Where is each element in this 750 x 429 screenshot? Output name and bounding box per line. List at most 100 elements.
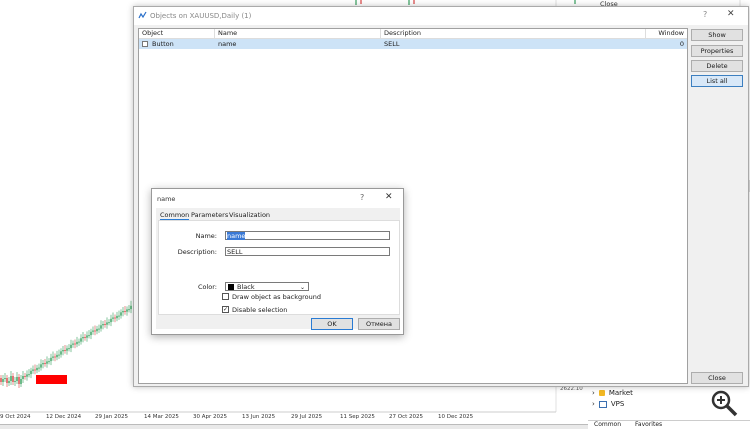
time-axis-label: 13 Jun 2025 [242, 414, 276, 420]
candle-body [6, 378, 8, 383]
candle-body [66, 348, 68, 351]
tab-visualization[interactable]: Visualization [229, 211, 270, 219]
navigator-item-label: Market [608, 389, 633, 397]
chevron-right-icon: › [592, 400, 595, 408]
candle-body [106, 322, 108, 325]
color-label: Color: [197, 283, 217, 291]
candle-body [74, 343, 76, 345]
table-row[interactable]: Button name SELL 0 [139, 39, 687, 49]
check-icon: ✓ [223, 306, 229, 313]
candle-body [72, 343, 74, 345]
candle-body [90, 331, 92, 336]
disable-selection-checkbox[interactable]: ✓ [222, 306, 229, 313]
help-icon[interactable]: ? [360, 193, 364, 202]
candle-body [26, 374, 28, 377]
time-axis-label: 14 Mar 2025 [144, 414, 179, 420]
window-titlebar: Objects on XAUUSD,Daily (1) ? ✕ [134, 7, 748, 25]
name-field-value: name [227, 232, 246, 240]
candle-body [114, 317, 116, 319]
candle-body [56, 354, 58, 358]
candle-body [46, 361, 48, 364]
navigator-item-market[interactable]: › Market [592, 389, 633, 397]
candle-body [120, 312, 122, 316]
candle-body [2, 379, 4, 382]
delete-button[interactable]: Delete [691, 60, 743, 72]
candle-body [80, 338, 82, 342]
candle-body [122, 311, 124, 313]
candle-body [78, 341, 80, 343]
navigator-item-label: VPS [610, 400, 625, 408]
candle-body [20, 379, 22, 384]
column-header-window[interactable]: Window [646, 29, 687, 38]
candle-body [64, 350, 66, 351]
ok-button[interactable]: OK [311, 318, 353, 330]
description-label: Description: [177, 248, 217, 256]
draw-background-checkbox[interactable] [222, 293, 229, 300]
button-object-icon [142, 41, 148, 47]
sell-button-marker[interactable] [36, 375, 67, 384]
dialog-title: name [157, 195, 176, 203]
column-header-description[interactable]: Description [381, 29, 646, 38]
name-field[interactable]: name [225, 231, 390, 240]
candle-body [104, 324, 106, 325]
vps-icon [598, 400, 607, 408]
color-select[interactable]: Black ⌄ [225, 282, 309, 291]
candle-body [118, 315, 120, 317]
time-axis-label: 12 Dec 2024 [46, 414, 82, 420]
close-icon[interactable]: ✕ [727, 9, 735, 19]
time-axis-label: 10 Dec 2025 [438, 414, 474, 420]
candle-body [102, 324, 104, 326]
candle-body [30, 370, 32, 375]
show-button[interactable]: Show [691, 29, 743, 41]
candle-body [70, 344, 72, 349]
window-title: Objects on XAUUSD,Daily (1) [150, 12, 252, 20]
candle-body [24, 376, 26, 377]
candle-body [50, 357, 52, 362]
chevron-right-icon: › [592, 389, 595, 397]
candle-body [42, 363, 44, 365]
candle-body [8, 381, 10, 383]
description-field[interactable]: SELL [225, 247, 390, 256]
candle-body [52, 356, 54, 358]
cell-object: Button [152, 40, 174, 48]
candle-body [36, 367, 38, 371]
candle-body [68, 348, 70, 350]
disable-selection-label: Disable selection [232, 306, 288, 314]
folder-icon [598, 390, 605, 396]
draw-background-label: Draw object as background [232, 293, 322, 301]
help-icon[interactable]: ? [703, 10, 707, 19]
navigator-item-vps[interactable]: › VPS [592, 400, 624, 408]
candle-body [116, 315, 118, 319]
objects-icon [138, 11, 147, 19]
navigator-tabs: Common Favorites [588, 420, 750, 428]
candle-body [44, 363, 46, 364]
list-all-button[interactable]: List all [691, 75, 743, 87]
candle-body [48, 361, 50, 363]
close-icon[interactable]: ✕ [385, 192, 393, 202]
candle-body [10, 376, 12, 381]
candle-body [88, 335, 90, 337]
candle-body [16, 377, 18, 381]
tab-common[interactable]: Common [594, 421, 621, 428]
candle-body [126, 309, 128, 312]
candle-body [12, 376, 14, 382]
tab-favorites[interactable]: Favorites [635, 421, 662, 428]
column-header-object[interactable]: Object [139, 29, 215, 38]
candle-body [28, 374, 30, 376]
tab-common[interactable]: Common [160, 211, 190, 220]
candle-body [130, 305, 132, 310]
tab-parameters[interactable]: Parameters [191, 211, 228, 219]
candle-body [58, 354, 60, 356]
name-label: Name: [195, 232, 217, 240]
zoom-in-icon[interactable] [707, 387, 741, 421]
close-button[interactable]: Close [691, 372, 743, 384]
cancel-button[interactable]: Отмена [358, 318, 400, 330]
column-header-name[interactable]: Name [215, 29, 381, 38]
cell-description: SELL [384, 40, 400, 48]
time-axis-label: 27 Oct 2025 [389, 414, 424, 420]
candle-body [18, 377, 20, 384]
candle-body [128, 309, 130, 311]
properties-button[interactable]: Properties [691, 45, 743, 57]
color-swatch [228, 284, 234, 290]
chart-tabs-bar [0, 424, 588, 429]
